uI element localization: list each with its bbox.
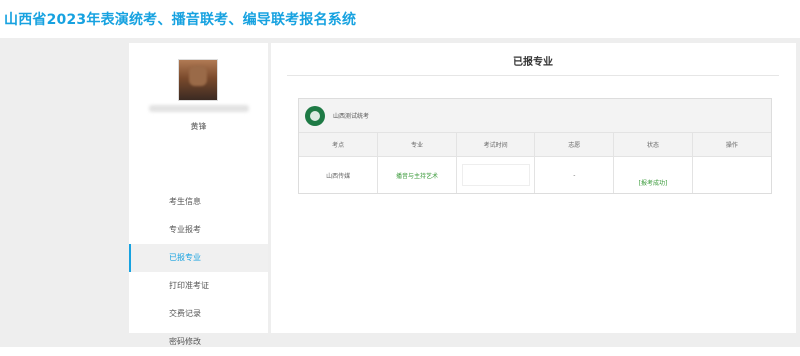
page-title: 已报专业 xyxy=(287,51,779,76)
major-link[interactable]: 播音与主持艺术 xyxy=(396,173,438,180)
column-header-action: 操作 xyxy=(692,133,771,157)
avatar xyxy=(178,59,218,101)
site-title: 山西省2023年表演统考、播音联考、编导联考报名系统 xyxy=(4,12,357,28)
column-header-major: 专业 xyxy=(377,133,457,157)
table-header-row: 考点 专业 考试时间 志愿 状态 操作 xyxy=(299,133,771,157)
cell-action xyxy=(692,157,771,194)
sidebar-nav: 考生信息 专业报考 已报专业 打印准考证 交费记录 密码修改 xyxy=(129,188,268,356)
top-header: 山西省2023年表演统考、播音联考、编导联考报名系统 xyxy=(0,0,800,38)
exam-header: 山西测试统考 xyxy=(299,99,771,133)
column-header-status: 状态 xyxy=(613,133,693,157)
exam-name: 山西测试统考 xyxy=(333,113,370,120)
user-name: 黄锋 xyxy=(190,122,207,131)
column-header-preference: 志愿 xyxy=(534,133,615,157)
avatar-face xyxy=(189,66,207,86)
exam-time-value xyxy=(461,164,530,186)
table-row: 山西传媒 播音与主持艺术 - [报考成功] xyxy=(299,156,771,194)
cell-major: 播音与主持艺术 xyxy=(377,156,457,193)
column-header-exam-time: 考试时间 xyxy=(456,133,536,157)
main-panel: 已报专业 山西测试统考 考点 专业 考试时间 志愿 状态 操作 山西传媒 播音与 xyxy=(271,43,796,333)
sidebar-item-print-admission[interactable]: 打印准考证 xyxy=(129,272,268,300)
sidebar: 黄锋 考生信息 专业报考 已报专业 打印准考证 交费记录 密码修改 xyxy=(129,43,268,346)
sidebar-item-change-password[interactable]: 密码修改 xyxy=(129,328,268,356)
cell-location: 山西传媒 xyxy=(299,156,379,193)
cell-status: [报考成功] xyxy=(613,156,693,193)
status-badge: [报考成功] xyxy=(638,179,668,187)
applied-majors-table: 考点 专业 考试时间 志愿 状态 操作 山西传媒 播音与主持艺术 - [报考成功… xyxy=(299,133,771,193)
column-header-location: 考点 xyxy=(299,133,379,157)
sidebar-item-apply-major[interactable]: 专业报考 xyxy=(129,216,268,244)
sidebar-item-candidate-info[interactable]: 考生信息 xyxy=(129,188,268,216)
exam-card: 山西测试统考 考点 专业 考试时间 志愿 状态 操作 山西传媒 播音与主持艺术 … xyxy=(298,98,772,194)
cell-preference: - xyxy=(534,156,615,193)
blurred-info xyxy=(149,105,249,112)
cell-exam-time xyxy=(456,156,536,193)
sidebar-item-payment-records[interactable]: 交费记录 xyxy=(129,300,268,328)
sidebar-item-applied-majors[interactable]: 已报专业 xyxy=(129,244,268,272)
organization-logo-icon xyxy=(305,105,325,126)
